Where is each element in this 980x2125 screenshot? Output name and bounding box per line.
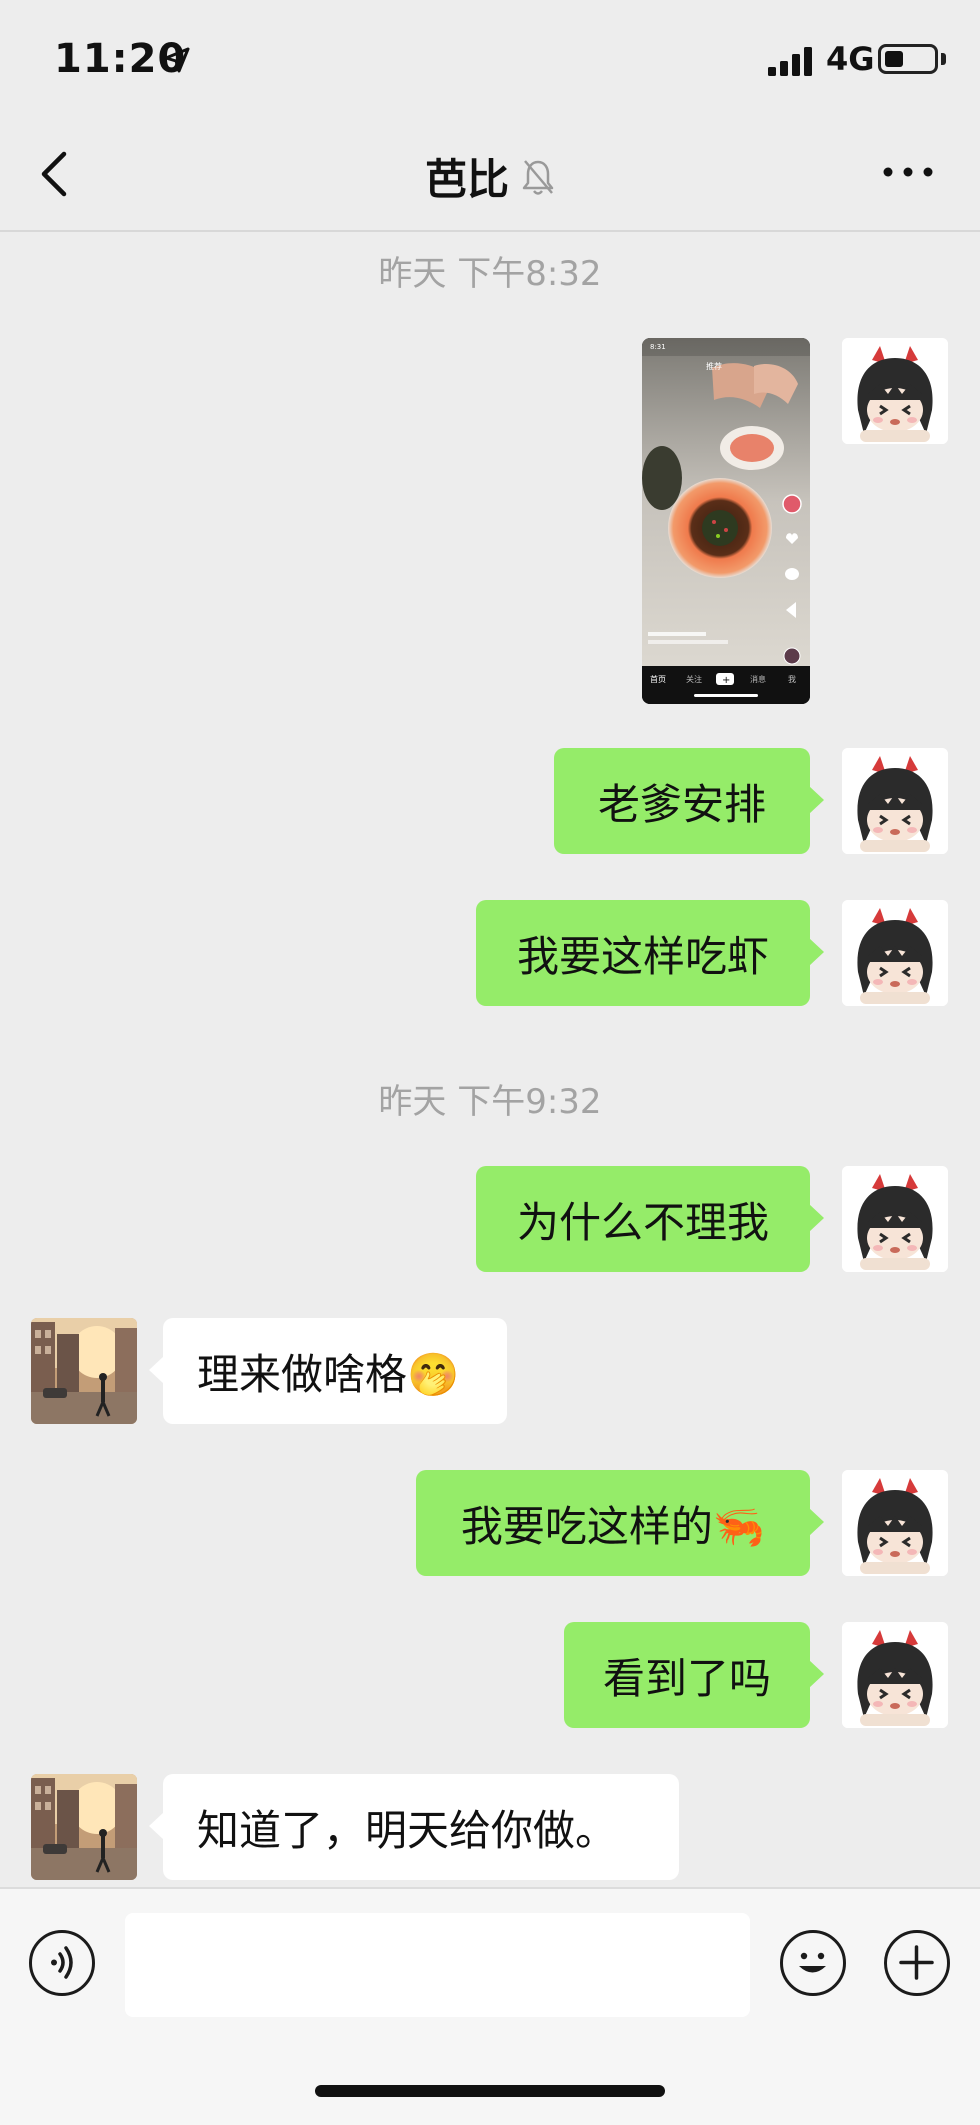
svg-text:+: + — [722, 675, 730, 686]
my-avatar[interactable] — [842, 1622, 948, 1728]
message-bubble-sent[interactable]: 看到了吗 — [564, 1622, 824, 1728]
my-avatar[interactable] — [842, 1166, 948, 1272]
chat-title: 芭比 — [0, 146, 980, 207]
svg-text:首页: 首页 — [650, 674, 666, 684]
message-text: 我要吃这样的🦐 — [460, 1501, 766, 1551]
message-input[interactable] — [125, 1913, 750, 2017]
svg-text:消息: 消息 — [750, 674, 766, 684]
timestamp: 昨天 下午9:32 — [378, 1082, 602, 1122]
message-text: 理来做啥格🤭 — [197, 1349, 460, 1399]
svg-text:我: 我 — [788, 674, 796, 684]
message-text: 我要这样吃虾 — [516, 931, 769, 981]
message-text: 知道了，明天给你做。 — [197, 1805, 618, 1855]
shared-video-thumbnail[interactable]: 8:31 推荐 首页 关注 + 消息 我 — [642, 338, 810, 704]
message-bubble-sent[interactable]: 我要这样吃虾 — [476, 900, 824, 1006]
battery-icon — [878, 44, 938, 74]
contact-name: 芭比 — [424, 155, 509, 204]
message-text: 为什么不理我 — [516, 1197, 769, 1247]
mute-bell-icon — [522, 159, 554, 195]
more-options-icon[interactable] — [878, 152, 938, 192]
voice-icon — [51, 1946, 73, 1979]
home-indicator[interactable] — [315, 2085, 665, 2097]
message-bubble-sent[interactable]: 我要吃这样的🦐 — [416, 1470, 824, 1576]
message-text: 老爹安排 — [597, 779, 766, 829]
voice-button[interactable] — [29, 1930, 95, 1996]
more-features-button[interactable] — [884, 1930, 950, 1996]
message-bubble-sent[interactable]: 老爹安排 — [554, 748, 824, 854]
my-avatar[interactable] — [842, 338, 948, 444]
my-avatar[interactable] — [842, 900, 948, 1006]
my-avatar[interactable] — [842, 1470, 948, 1576]
location-arrow-icon — [164, 47, 190, 73]
cellular-signal-icon — [768, 47, 812, 76]
contact-avatar[interactable] — [31, 1774, 137, 1880]
my-avatar[interactable] — [842, 748, 948, 854]
chat-header: 芭比 — [0, 118, 980, 232]
status-bar: 11:20 4G — [0, 0, 980, 118]
svg-text:8:31: 8:31 — [650, 343, 666, 351]
network-type: 4G — [826, 40, 875, 78]
battery-tip — [941, 53, 946, 65]
svg-text:推荐: 推荐 — [706, 361, 722, 371]
emoji-button[interactable] — [780, 1930, 846, 1996]
plus-icon — [899, 1945, 934, 1980]
message-bubble-received[interactable]: 知道了，明天给你做。 — [149, 1774, 679, 1880]
smiley-icon — [799, 1952, 826, 1973]
svg-text:关注: 关注 — [686, 674, 702, 684]
contact-avatar[interactable] — [31, 1318, 137, 1424]
timestamp: 昨天 下午8:32 — [378, 254, 602, 294]
message-text: 看到了吗 — [602, 1653, 771, 1703]
message-bubble-sent[interactable]: 为什么不理我 — [476, 1166, 824, 1272]
video-frame: 8:31 推荐 首页 关注 + 消息 我 — [642, 338, 810, 704]
message-bubble-received[interactable]: 理来做啥格🤭 — [149, 1318, 507, 1424]
